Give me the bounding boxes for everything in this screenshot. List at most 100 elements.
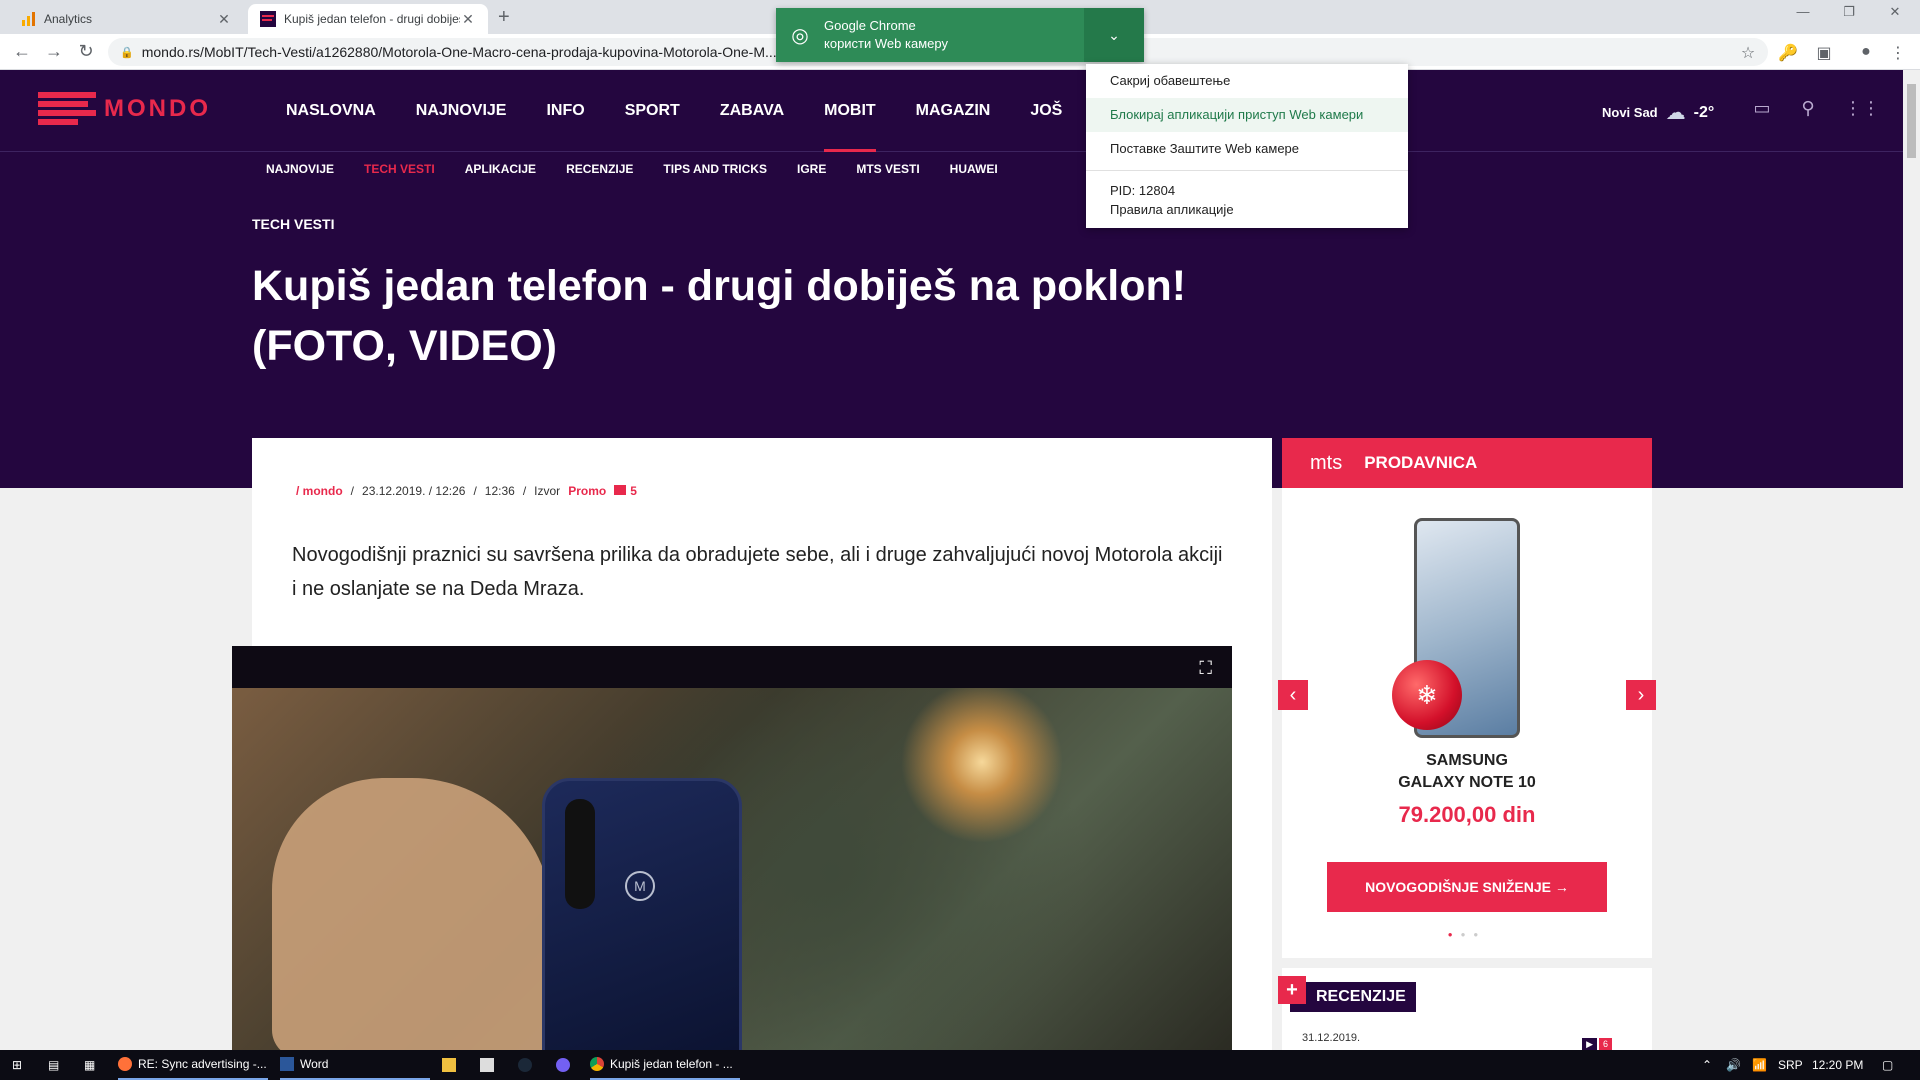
nav-mobit[interactable]: MOBIT xyxy=(804,70,896,152)
extension-key-icon[interactable]: 🔑 xyxy=(1778,43,1798,63)
file-explorer-icon[interactable] xyxy=(442,1050,456,1080)
notification-dropdown-button[interactable]: ⌄ xyxy=(1084,8,1144,62)
tab-mondo-article[interactable]: Kupiš jedan telefon - drugi dobiješ ✕ xyxy=(248,4,488,34)
menu-webcam-settings[interactable]: Поставке Заштите Web камере xyxy=(1086,132,1408,166)
shop-header[interactable]: mts PRODAVNICA xyxy=(1282,438,1652,488)
webcam-notification[interactable]: ◎ Google Chrome користи Web камеру ⌄ xyxy=(776,8,1144,62)
back-icon[interactable]: ← xyxy=(10,41,34,62)
chrome-menu-icon[interactable]: ⋮ xyxy=(1888,43,1908,63)
start-button[interactable]: ⊞ xyxy=(12,1050,22,1080)
menu-pid-info[interactable]: PID: 12804 Правила апликације xyxy=(1086,171,1408,219)
fullscreen-icon[interactable]: ⛶ xyxy=(1199,658,1212,679)
publish-date: 23.12.2019. / 12:26 xyxy=(362,484,466,498)
nav-magazin[interactable]: MAGAZIN xyxy=(896,70,1011,152)
mts-shop-widget: mts PRODAVNICA ❄ ‹ › SAMSUNG GALAXY NOTE… xyxy=(1278,438,1656,958)
comment-bubble-icon xyxy=(614,485,627,495)
review-date: 31.12.2019. xyxy=(1302,1032,1361,1044)
article-lead: Novogodišnji praznici su savršena prilik… xyxy=(292,544,1223,600)
taskbar-chrome-app[interactable]: Kupiš jedan telefon - ... xyxy=(590,1050,740,1080)
nav-info[interactable]: INFO xyxy=(526,70,604,152)
viber-icon[interactable] xyxy=(556,1050,570,1080)
close-tab-icon[interactable]: ✕ xyxy=(216,11,232,28)
sale-cta-button[interactable]: NOVOGODIŠNJE SNIŽENJE → xyxy=(1327,862,1607,912)
subnav-tips-and-tricks[interactable]: TIPS AND TRICKS xyxy=(663,162,767,176)
nav-zabava[interactable]: ZABAVA xyxy=(700,70,804,152)
mondo-logo[interactable]: MONDO xyxy=(38,92,211,126)
clock[interactable]: 12:20 PM xyxy=(1812,1058,1863,1072)
word-icon xyxy=(280,1057,294,1071)
carousel-next-button[interactable]: › xyxy=(1626,680,1656,710)
scrollbar-thumb[interactable] xyxy=(1907,84,1916,158)
subnav-tech-vesti[interactable]: TECH VESTI xyxy=(364,162,435,176)
subnav-najnovije[interactable]: NAJNOVIJE xyxy=(266,162,334,176)
apps-grid-icon[interactable]: ⋮⋮ xyxy=(1844,98,1880,119)
extension-badge-icon[interactable]: ▣ xyxy=(1814,43,1834,63)
tab-title: Analytics xyxy=(44,12,93,26)
notification-menu: Сакриј обавештење Блокирај апликацији пр… xyxy=(1086,64,1408,228)
menu-block-webcam[interactable]: Блокирај апликацији приступ Web камери xyxy=(1086,98,1408,132)
christmas-ornament-icon: ❄ xyxy=(1392,660,1462,730)
network-icon[interactable]: 📶 xyxy=(1752,1058,1767,1072)
notepad-icon[interactable] xyxy=(480,1050,494,1080)
forward-icon[interactable]: → xyxy=(42,41,66,62)
tab-analytics[interactable]: Analytics ✕ xyxy=(8,4,244,34)
nav-naslovna[interactable]: NASLOVNA xyxy=(266,70,396,152)
wooden-horse-shape xyxy=(272,778,552,1058)
logo-text: MONDO xyxy=(104,95,211,122)
subnav-mts-vesti[interactable]: MTS VESTI xyxy=(856,162,919,176)
taskbar-firefox-app[interactable]: RE: Sync advertising -... xyxy=(118,1050,268,1080)
subnav-huawei[interactable]: HUAWEI xyxy=(950,162,998,176)
lock-icon[interactable]: 🔒 xyxy=(120,46,134,59)
close-tab-icon[interactable]: ✕ xyxy=(460,11,476,28)
windows-logo-icon: ⊞ xyxy=(12,1058,23,1072)
subnav-recenzije[interactable]: RECENZIJE xyxy=(566,162,633,176)
main-navigation: NASLOVNA NAJNOVIJE INFO SPORT ZABAVA MOB… xyxy=(266,70,1082,152)
close-window-icon[interactable]: ✕ xyxy=(1872,4,1918,20)
profile-avatar[interactable]: ● xyxy=(1856,43,1876,61)
subnav-igre[interactable]: IGRE xyxy=(797,162,826,176)
search-icon[interactable]: ⚲ xyxy=(1796,98,1820,119)
action-center-icon[interactable]: ▢ xyxy=(1882,1058,1893,1072)
new-tab-button[interactable]: + xyxy=(498,6,510,29)
reviews-title[interactable]: RECENZIJE xyxy=(1290,982,1416,1012)
video-player[interactable]: ⛶ M xyxy=(232,646,1232,1068)
windows-taskbar: ⊞ ▤ ▦ RE: Sync advertising -... Word Kup… xyxy=(0,1050,1920,1080)
site-header: MONDO NASLOVNA NAJNOVIJE INFO SPORT ZABA… xyxy=(0,70,1920,152)
restore-icon[interactable]: ❐ xyxy=(1826,4,1872,20)
webcam-icon: ◎ xyxy=(791,24,809,47)
plus-icon: + xyxy=(1278,976,1306,1004)
section-label[interactable]: TECH VESTI xyxy=(252,216,334,232)
minimize-icon[interactable]: — xyxy=(1780,4,1826,19)
nav-sport[interactable]: SPORT xyxy=(605,70,700,152)
motorola-logo-icon: M xyxy=(625,871,655,901)
taskbar-pinned-icon[interactable]: ▦ xyxy=(84,1050,95,1080)
carousel-prev-button[interactable]: ‹ xyxy=(1278,680,1308,710)
tab-title: Kupiš jedan telefon - drugi dobiješ xyxy=(284,12,460,26)
tray-chevron-icon[interactable]: ⌃ xyxy=(1702,1058,1712,1072)
reload-icon[interactable]: ↻ xyxy=(74,41,98,62)
mondo-favicon-icon xyxy=(260,11,276,27)
comment-icon[interactable]: ▭ xyxy=(1750,98,1774,119)
chrome-icon xyxy=(590,1057,604,1071)
taskbar-word-app[interactable]: Word xyxy=(280,1050,430,1080)
bookmark-star-icon[interactable]: ☆ xyxy=(1738,43,1758,63)
carousel-dots[interactable]: ●●● xyxy=(1282,930,1652,939)
volume-icon[interactable]: 🔊 xyxy=(1726,1058,1741,1072)
steam-icon[interactable] xyxy=(518,1050,532,1080)
product-name[interactable]: SAMSUNG GALAXY NOTE 10 xyxy=(1282,750,1652,794)
page-scrollbar[interactable] xyxy=(1903,70,1920,1050)
store-icon[interactable]: ▤ xyxy=(48,1050,59,1080)
chevron-down-icon: ⌄ xyxy=(1108,27,1120,43)
comments-link[interactable]: 5 xyxy=(614,484,637,498)
nav-najnovije[interactable]: NAJNOVIJE xyxy=(396,70,527,152)
product-price: 79.200,00 din xyxy=(1398,802,1536,827)
subnav-aplikacije[interactable]: APLIKACIJE xyxy=(465,162,536,176)
nav-jos[interactable]: JOŠ xyxy=(1010,70,1082,152)
source-link[interactable]: Promo xyxy=(568,484,606,498)
video-frame[interactable]: M xyxy=(232,688,1232,1068)
video-top-bar xyxy=(232,646,1232,688)
author-link[interactable]: / mondo xyxy=(296,484,343,498)
menu-hide-notification[interactable]: Сакриј обавештење xyxy=(1086,64,1408,98)
language-indicator[interactable]: SRP xyxy=(1778,1058,1803,1072)
weather-widget[interactable]: Novi Sad ☁ -2° xyxy=(1602,100,1714,125)
